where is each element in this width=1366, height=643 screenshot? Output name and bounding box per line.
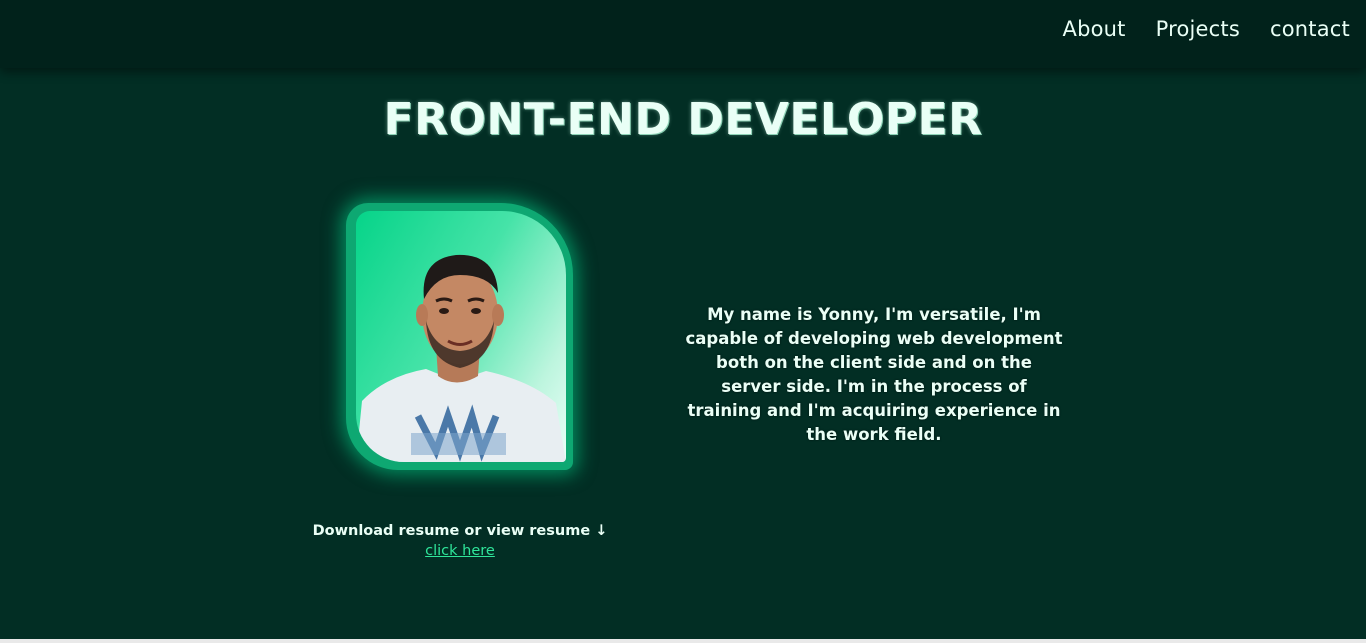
nav-projects-link[interactable]: Projects — [1156, 17, 1240, 41]
profile-photo — [356, 211, 566, 462]
page-title: FRONT-END DEVELOPER — [383, 94, 983, 145]
main-nav: About Projects contact — [1063, 17, 1350, 41]
profile-photo-frame — [346, 203, 573, 470]
resume-link-wrapper: click here — [300, 543, 620, 559]
resume-prompt-text: Download resume or view resume ↓ — [312, 523, 608, 539]
nav-about-link[interactable]: About — [1063, 17, 1126, 41]
nav-contact-link[interactable]: contact — [1270, 17, 1350, 41]
top-navbar: About Projects contact — [0, 0, 1366, 68]
resume-click-here-link[interactable]: click here — [425, 543, 495, 559]
bio-paragraph: My name is Yonny, I'm versatile, I'm cap… — [685, 305, 1063, 444]
bottom-scrollbar-strip — [0, 639, 1366, 643]
portfolio-page: About Projects contact FRONT-END DEVELOP… — [0, 0, 1366, 643]
profile-photo-illustration — [356, 254, 566, 462]
